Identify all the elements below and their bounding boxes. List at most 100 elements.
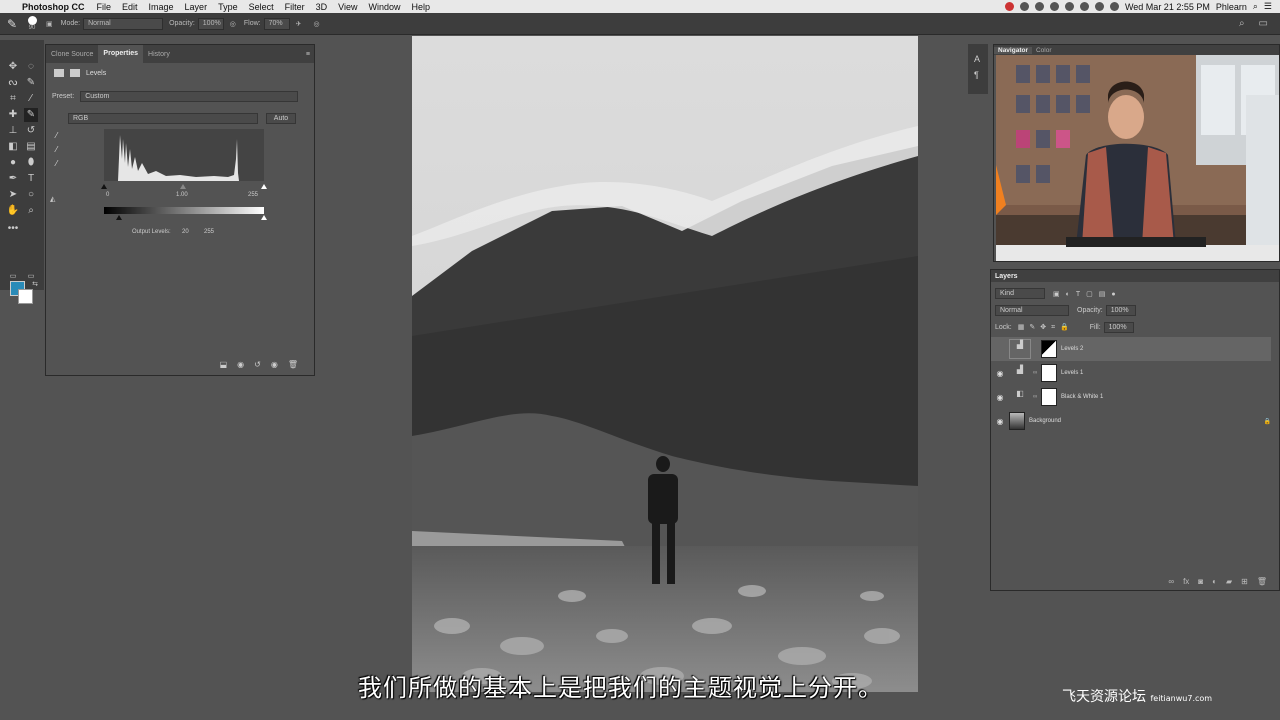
volume-icon[interactable] bbox=[1094, 2, 1104, 11]
hand-tool-icon[interactable]: ✋ bbox=[6, 204, 20, 218]
menu-type[interactable]: Type bbox=[218, 2, 238, 12]
gamma-input-handle[interactable] bbox=[180, 184, 186, 189]
brush-tool-icon[interactable]: ✎ bbox=[0, 17, 24, 31]
white-input-handle[interactable] bbox=[261, 184, 267, 189]
battery-icon[interactable] bbox=[1109, 2, 1119, 11]
layer-name[interactable]: Levels 1 bbox=[1061, 370, 1083, 376]
gray-point-eyedropper-icon[interactable]: ⁄ bbox=[56, 145, 62, 154]
panel-menu-icon[interactable]: ≡ bbox=[306, 51, 314, 58]
tray-icon[interactable] bbox=[1034, 2, 1044, 11]
layer-row-black-white-1[interactable]: ◉ ◧ ∞ Black & White 1 bbox=[991, 385, 1271, 409]
link-icon[interactable]: ∞ bbox=[1033, 370, 1039, 376]
mode-select[interactable]: Normal bbox=[83, 17, 164, 30]
clipping-warning-icon[interactable]: ◭ bbox=[50, 195, 55, 203]
visibility-toggle-icon[interactable]: ◉ bbox=[991, 369, 1009, 378]
add-mask-icon[interactable]: ◙ bbox=[1198, 577, 1203, 586]
search-icon[interactable]: ⌕ bbox=[1239, 18, 1245, 29]
screen-mode-icon[interactable]: ▭ bbox=[24, 270, 38, 284]
more-tools-icon[interactable]: ••• bbox=[6, 222, 20, 236]
lasso-tool-icon[interactable]: ᔓ bbox=[6, 76, 20, 90]
new-group-icon[interactable]: ▰ bbox=[1226, 577, 1232, 586]
layer-name[interactable]: Background bbox=[1029, 418, 1061, 424]
layer-style-icon[interactable]: fx bbox=[1183, 577, 1189, 586]
layers-tab[interactable]: Layers bbox=[991, 270, 1279, 282]
user-name[interactable]: Phlearn bbox=[1216, 2, 1247, 12]
menu-filter[interactable]: Filter bbox=[285, 2, 305, 12]
zoom-tool-icon[interactable]: ⌕ bbox=[24, 204, 38, 218]
white-point-eyedropper-icon[interactable]: ⁄ bbox=[56, 159, 62, 168]
menu-view[interactable]: View bbox=[338, 2, 357, 12]
menu-3d[interactable]: 3D bbox=[316, 2, 328, 12]
output-white-field[interactable]: 255 bbox=[204, 229, 214, 235]
output-black-handle[interactable] bbox=[116, 215, 122, 220]
lock-icons[interactable]: ▦✎✥⌗🔒 bbox=[1018, 323, 1074, 332]
workspace-icon[interactable]: ▭ bbox=[1259, 18, 1268, 29]
path-select-tool-icon[interactable]: ➤ bbox=[6, 188, 20, 202]
tray-icon[interactable] bbox=[1064, 2, 1074, 11]
layer-row-levels-2[interactable]: ▟ Levels 2 bbox=[991, 337, 1271, 361]
pressure-size-icon[interactable]: ◎ bbox=[314, 20, 320, 28]
history-brush-tool-icon[interactable]: ↺ bbox=[24, 124, 38, 138]
quick-mask-icon[interactable]: ▭ bbox=[6, 270, 20, 284]
tab-color[interactable]: Color bbox=[1032, 47, 1056, 54]
type-tool-icon[interactable]: T bbox=[24, 172, 38, 186]
tray-icon[interactable] bbox=[1049, 2, 1059, 11]
menu-file[interactable]: File bbox=[97, 2, 112, 12]
dodge-tool-icon[interactable]: ⬮ bbox=[24, 156, 38, 170]
pen-tool-icon[interactable]: ✒ bbox=[6, 172, 20, 186]
trash-icon[interactable]: 🗑 bbox=[288, 360, 298, 369]
crop-tool-icon[interactable]: ⌗ bbox=[6, 92, 20, 106]
visibility-toggle-icon[interactable]: ◉ bbox=[991, 417, 1009, 426]
tab-history[interactable]: History bbox=[143, 51, 175, 58]
blur-tool-icon[interactable]: ● bbox=[6, 156, 20, 170]
layer-opacity-field[interactable]: 100% bbox=[1105, 305, 1136, 316]
opacity-field[interactable]: 100% bbox=[197, 17, 224, 30]
layer-mask-thumbnail[interactable] bbox=[1041, 388, 1057, 406]
healing-tool-icon[interactable]: ✚ bbox=[6, 108, 20, 122]
input-levels-slider[interactable] bbox=[101, 184, 267, 189]
airbrush-icon[interactable]: ✈ bbox=[296, 20, 302, 28]
app-name[interactable]: Photoshop CC bbox=[22, 2, 85, 12]
gradient-tool-icon[interactable]: ▤ bbox=[24, 140, 38, 154]
trash-icon[interactable]: 🗑 bbox=[1257, 577, 1267, 586]
mask-icon[interactable] bbox=[70, 69, 80, 77]
menu-help[interactable]: Help bbox=[411, 2, 430, 12]
character-panel-icon[interactable]: A bbox=[974, 54, 980, 64]
menu-layer[interactable]: Layer bbox=[185, 2, 208, 12]
wifi-icon[interactable] bbox=[1079, 2, 1089, 11]
paragraph-panel-icon[interactable]: ¶ bbox=[974, 70, 979, 80]
link-layers-icon[interactable]: ∞ bbox=[1168, 577, 1174, 586]
output-levels-gradient[interactable] bbox=[104, 207, 264, 214]
eyedropper-tool-icon[interactable]: ⁄ bbox=[24, 92, 38, 106]
blend-mode-select[interactable]: Normal bbox=[995, 305, 1069, 316]
fill-field[interactable]: 100% bbox=[1103, 322, 1134, 333]
record-icon[interactable] bbox=[1004, 2, 1014, 11]
black-point-eyedropper-icon[interactable]: ⁄ bbox=[56, 131, 62, 140]
tab-properties[interactable]: Properties bbox=[98, 45, 144, 63]
layer-kind-select[interactable]: Kind bbox=[995, 288, 1045, 299]
input-gamma-field[interactable]: 1.00 bbox=[176, 192, 188, 198]
visibility-icon[interactable]: ◉ bbox=[271, 360, 278, 369]
auto-button[interactable]: Auto bbox=[266, 113, 296, 124]
layer-name[interactable]: Levels 2 bbox=[1061, 346, 1083, 352]
black-input-handle[interactable] bbox=[101, 184, 107, 189]
shape-tool-icon[interactable]: ○ bbox=[24, 188, 38, 202]
link-icon[interactable]: ∞ bbox=[1033, 394, 1039, 400]
search-icon[interactable]: ⌕ bbox=[1253, 1, 1258, 12]
preset-select[interactable]: Custom bbox=[80, 91, 299, 102]
output-white-handle[interactable] bbox=[261, 215, 267, 220]
clock[interactable]: Wed Mar 21 2:55 PM bbox=[1125, 2, 1210, 12]
layer-mask-thumbnail[interactable] bbox=[1041, 364, 1057, 382]
tray-icon[interactable] bbox=[1019, 2, 1029, 11]
quick-select-tool-icon[interactable]: ✎ bbox=[24, 76, 38, 90]
eraser-tool-icon[interactable]: ◧ bbox=[6, 140, 20, 154]
output-black-field[interactable]: 20 bbox=[182, 229, 189, 235]
move-tool-icon[interactable]: ✥ bbox=[6, 60, 20, 74]
layer-row-background[interactable]: ◉ Background 🔒 bbox=[991, 409, 1271, 433]
flow-field[interactable]: 70% bbox=[263, 17, 290, 30]
new-layer-icon[interactable]: ⊞ bbox=[1241, 577, 1248, 586]
layer-filter-icons[interactable]: ▣◐T▢▤● bbox=[1053, 290, 1122, 298]
input-white-field[interactable]: 255 bbox=[248, 192, 258, 198]
layer-name[interactable]: Black & White 1 bbox=[1061, 394, 1103, 400]
brush-panel-icon[interactable]: ▣ bbox=[46, 20, 53, 28]
